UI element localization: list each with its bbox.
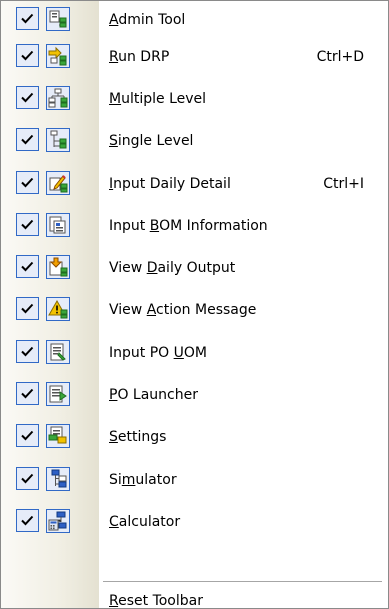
input-po-uom-icon bbox=[46, 340, 70, 364]
checkmark-icon bbox=[16, 467, 39, 490]
single-level-icon bbox=[46, 128, 70, 152]
input-bom-icon bbox=[46, 213, 70, 237]
menu-item-label: PO Launcher bbox=[109, 387, 198, 403]
menu-item-reset-toolbar[interactable]: Reset Toolbar bbox=[1, 585, 388, 609]
checkmark-icon bbox=[16, 424, 39, 447]
run-drp-icon bbox=[46, 44, 70, 68]
menu-item-run-drp[interactable]: Run DRP Ctrl+D bbox=[1, 38, 388, 79]
menu-item-input-po-uom[interactable]: Input PO UOM bbox=[1, 334, 388, 375]
checkmark-icon bbox=[16, 86, 39, 109]
toolbar-context-menu: Admin Tool Run DRP Ctrl+D Multiple Level… bbox=[0, 0, 389, 609]
admin-tool-icon bbox=[46, 7, 70, 31]
menu-item-admin-tool[interactable]: Admin Tool bbox=[1, 1, 388, 42]
checkmark-icon bbox=[16, 213, 39, 236]
view-daily-output-icon bbox=[46, 255, 70, 279]
menu-item-label: Settings bbox=[109, 429, 167, 445]
menu-item-label: Input BOM Information bbox=[109, 218, 268, 234]
input-daily-detail-icon bbox=[46, 171, 70, 195]
menu-item-calculator[interactable]: Calculator bbox=[1, 503, 388, 544]
checkmark-icon bbox=[16, 340, 39, 363]
menu-item-label: Run DRP bbox=[109, 49, 170, 65]
menu-item-label: Admin Tool bbox=[109, 12, 186, 28]
checkmark-icon bbox=[16, 509, 39, 532]
checkmark-icon bbox=[16, 44, 39, 67]
menu-item-single-level[interactable]: Single Level bbox=[1, 122, 388, 163]
checkmark-icon bbox=[16, 255, 39, 278]
menu-item-label: Reset Toolbar bbox=[109, 593, 203, 609]
menu-item-label: Input PO UOM bbox=[109, 345, 207, 361]
menu-item-input-daily-detail[interactable]: Input Daily Detail Ctrl+I bbox=[1, 165, 388, 206]
warning-icon bbox=[46, 297, 70, 321]
menu-item-shortcut: Ctrl+D bbox=[316, 49, 364, 65]
checkmark-icon bbox=[16, 128, 39, 151]
checkmark-icon bbox=[16, 171, 39, 194]
menu-item-multiple-level[interactable]: Multiple Level bbox=[1, 80, 388, 121]
menu-item-view-daily-output[interactable]: View Daily Output bbox=[1, 249, 388, 290]
menu-item-label: Calculator bbox=[109, 514, 181, 530]
menu-item-simulator[interactable]: Simulator bbox=[1, 461, 388, 502]
menu-item-label: Simulator bbox=[109, 472, 177, 488]
multiple-level-icon bbox=[46, 86, 70, 110]
menu-item-settings[interactable]: Settings bbox=[1, 418, 388, 459]
menu-item-input-bom-information[interactable]: Input BOM Information bbox=[1, 207, 388, 248]
checkmark-icon bbox=[16, 382, 39, 405]
menu-item-view-action-message[interactable]: View Action Message bbox=[1, 291, 388, 332]
settings-icon bbox=[46, 424, 70, 448]
menu-item-label: Single Level bbox=[109, 133, 194, 149]
menu-item-label: Input Daily Detail bbox=[109, 176, 231, 192]
checkmark-icon bbox=[16, 7, 39, 30]
menu-item-label: Multiple Level bbox=[109, 91, 207, 107]
po-launcher-icon bbox=[46, 382, 70, 406]
menu-item-label: View Action Message bbox=[109, 302, 257, 318]
menu-item-shortcut: Ctrl+I bbox=[323, 176, 364, 192]
menu-item-po-launcher[interactable]: PO Launcher bbox=[1, 376, 388, 417]
calculator-icon bbox=[46, 509, 70, 533]
checkmark-icon bbox=[16, 297, 39, 320]
menu-separator bbox=[103, 581, 382, 582]
menu-item-label: View Daily Output bbox=[109, 260, 236, 276]
simulator-icon bbox=[46, 467, 70, 491]
